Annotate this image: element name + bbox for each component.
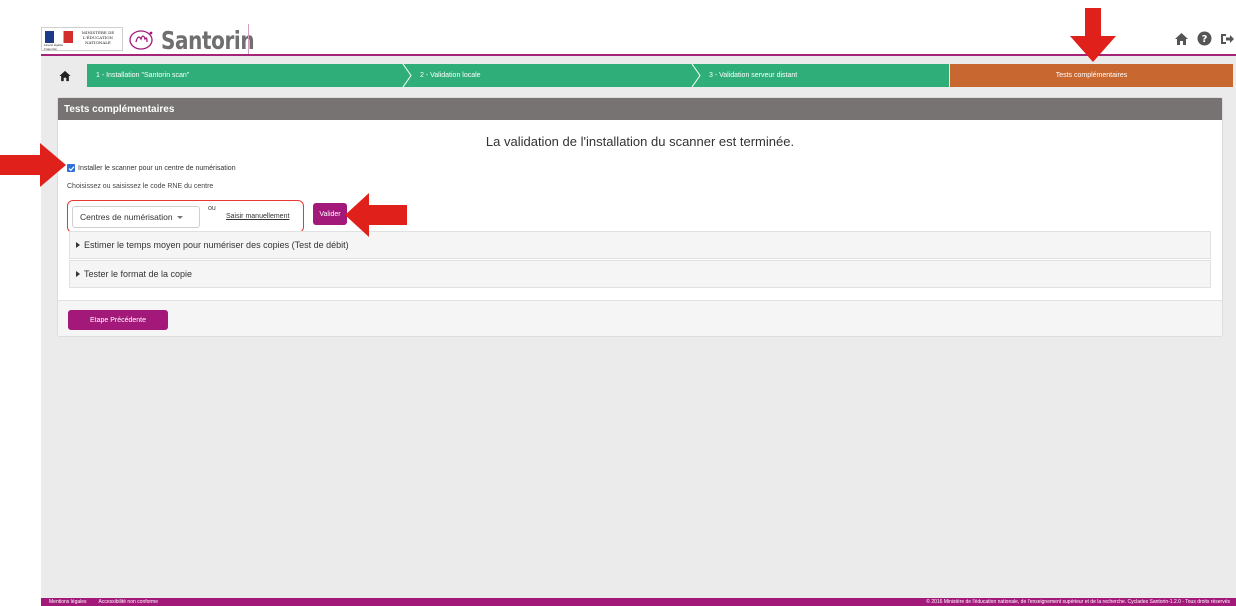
caret-right-icon xyxy=(76,242,80,248)
annotation-arrow-down-icon xyxy=(1070,8,1116,62)
brand-name: Santorin xyxy=(161,26,255,55)
validate-button[interactable]: Valider xyxy=(313,203,347,225)
svg-text:?: ? xyxy=(1202,34,1208,45)
accessibility-link[interactable]: Accessibilité non conforme xyxy=(99,599,158,605)
previous-step-button[interactable]: Etape Précédente xyxy=(68,310,168,330)
app-frame: MINISTÈRE DE L'ÉDUCATION NATIONALE Liber… xyxy=(41,0,1236,606)
accordion-throughput-test[interactable]: Estimer le temps moyen pour numériser de… xyxy=(69,231,1211,259)
logout-icon[interactable] xyxy=(1219,30,1236,47)
home-icon[interactable] xyxy=(1173,30,1190,47)
santorin-logo-icon xyxy=(128,27,154,51)
install-center-checkbox[interactable] xyxy=(67,164,75,172)
tests-panel: Tests complémentaires La validation de l… xyxy=(57,97,1223,337)
help-icon[interactable]: ? xyxy=(1196,30,1213,47)
step-1[interactable]: 1 - Installation "Santorin scan" xyxy=(96,64,189,87)
step-chevron-icon xyxy=(691,64,701,87)
flag-icon xyxy=(45,31,73,43)
ministry-name: MINISTÈRE DE L'ÉDUCATION NATIONALE xyxy=(81,30,115,45)
center-selection-group: Centres de numérisation ou Saisir manuel… xyxy=(67,200,304,233)
ministry-logo: MINISTÈRE DE L'ÉDUCATION NATIONALE Liber… xyxy=(41,27,123,51)
accordion-format-test[interactable]: Tester le format de la copie xyxy=(69,260,1211,288)
steps-track: 1 - Installation "Santorin scan" 2 - Val… xyxy=(87,64,949,87)
caret-right-icon xyxy=(76,271,80,277)
page-footer: Mentions légales Accessibilité non confo… xyxy=(41,598,1236,606)
legal-link[interactable]: Mentions légales xyxy=(49,599,87,605)
completion-message: La validation de l'installation du scann… xyxy=(485,134,795,149)
ministry-motto: Liberté Égalité Fraternité xyxy=(44,43,64,51)
step-2[interactable]: 2 - Validation locale xyxy=(420,64,481,87)
brand-divider xyxy=(248,24,249,54)
top-header: MINISTÈRE DE L'ÉDUCATION NATIONALE Liber… xyxy=(41,0,1236,56)
step-active[interactable]: Tests complémentaires xyxy=(950,64,1233,87)
annotation-arrow-left-icon xyxy=(345,193,407,237)
or-text: ou xyxy=(208,205,216,212)
manual-entry-link[interactable]: Saisir manuellement xyxy=(226,213,289,220)
step-3[interactable]: 3 - Validation serveur distant xyxy=(709,64,797,87)
header-actions: ? xyxy=(1173,30,1236,47)
checkbox-label: Installer le scanner pour un centre de n… xyxy=(78,164,236,172)
centers-dropdown[interactable]: Centres de numérisation xyxy=(72,206,200,228)
step-chevron-icon xyxy=(402,64,412,87)
wizard-stepper: 1 - Installation "Santorin scan" 2 - Val… xyxy=(51,64,1233,87)
stepper-home-icon[interactable] xyxy=(51,64,79,87)
panel-title: Tests complémentaires xyxy=(58,98,1222,120)
annotation-arrow-right-icon xyxy=(0,143,66,187)
chevron-down-icon xyxy=(176,215,183,219)
rne-help-text: Choisissez ou saisissez le code RNE du c… xyxy=(67,183,214,190)
panel-footer: Etape Précédente xyxy=(58,300,1222,336)
copyright-text: © 2016 Ministère de l'éducation national… xyxy=(926,599,1230,605)
install-center-checkbox-row[interactable]: Installer le scanner pour un centre de n… xyxy=(67,164,236,172)
centers-dropdown-value: Centres de numérisation xyxy=(80,212,173,222)
